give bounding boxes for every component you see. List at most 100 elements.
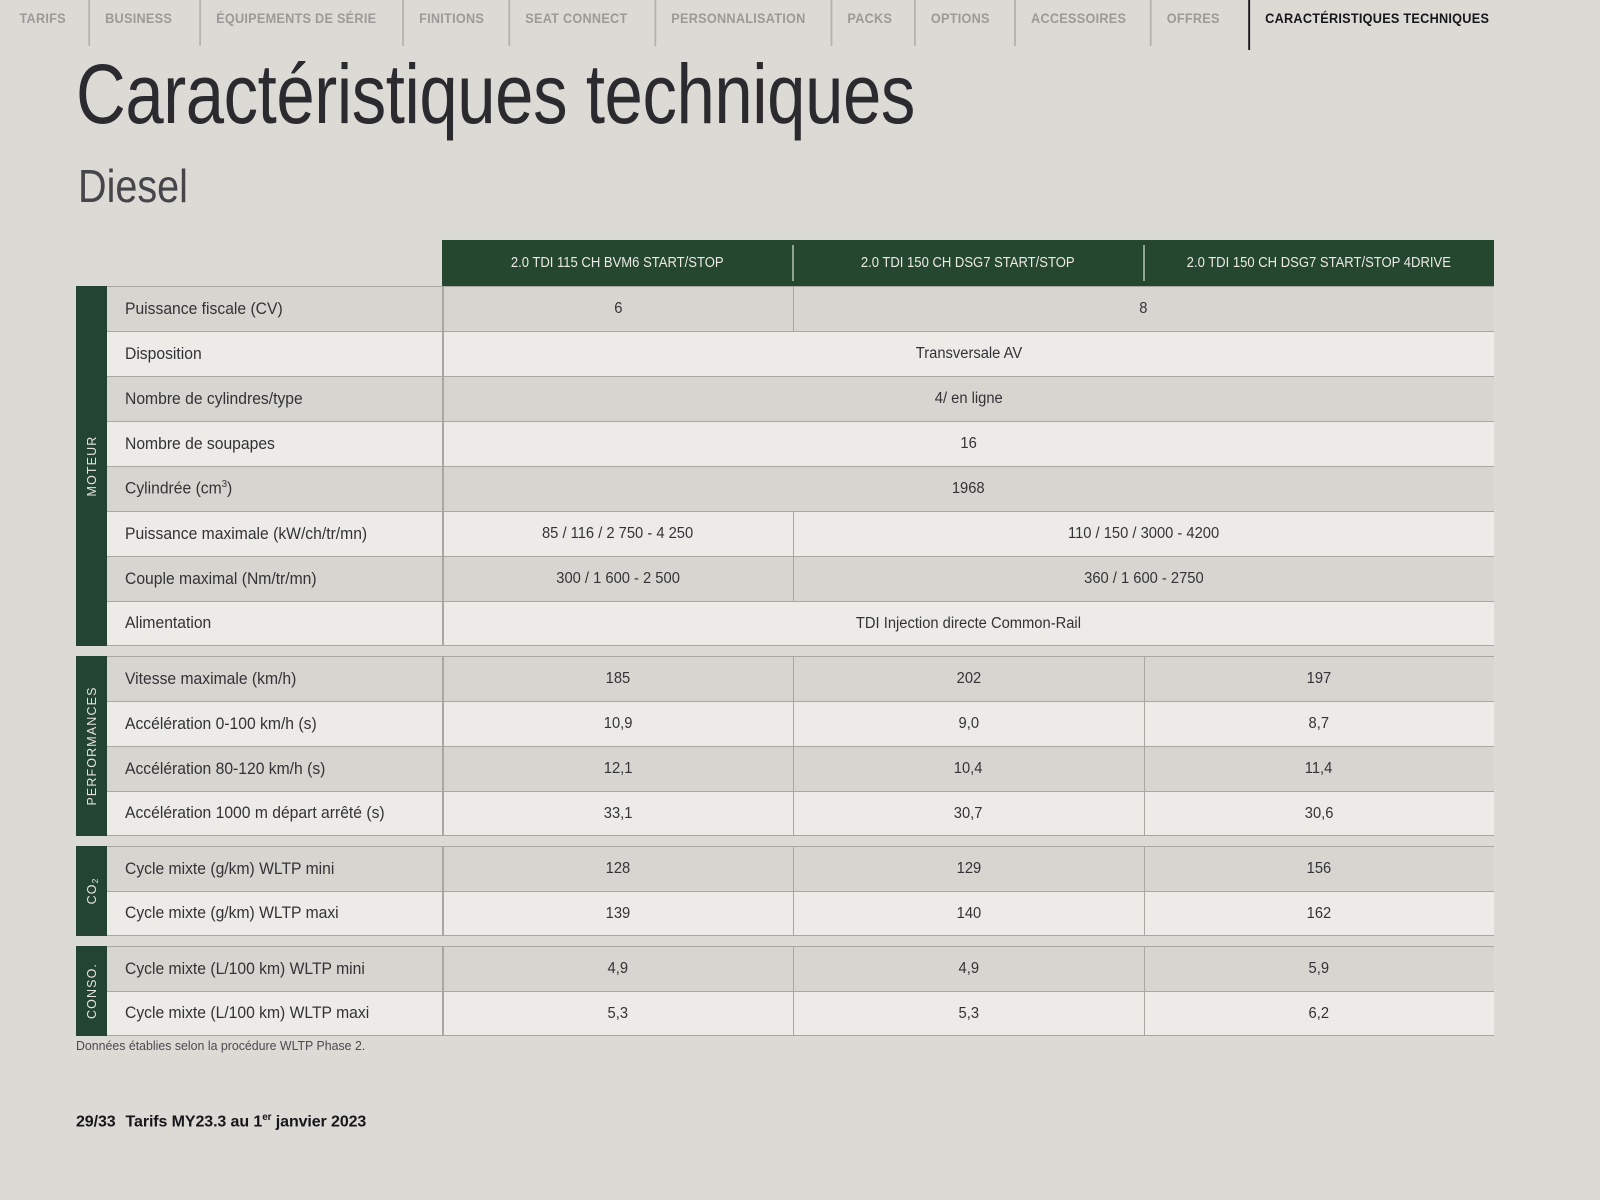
nav-item-packs[interactable]: PACKS — [830, 0, 909, 54]
table-row: Alimentation TDI Injection directe Common… — [107, 601, 1494, 646]
table-row: Cycle mixte (L/100 km) WLTP mini 4,9 4,9 5,… — [107, 946, 1494, 991]
row-label: Puissance fiscale (CV) — [107, 287, 443, 331]
row-label: Cylindrée (cm3) — [107, 467, 443, 511]
row-value-text: 202 — [956, 670, 981, 687]
table-row: Accélération 0-100 km/h (s) 10,9 9,0 8,7 — [107, 701, 1494, 746]
section-label: CONSO. — [76, 946, 107, 1036]
table-row: Cycle mixte (g/km) WLTP mini 128 129 156 — [107, 846, 1494, 891]
nav-item-personnalisation[interactable]: PERSONNALISATION — [654, 0, 822, 54]
row-value-text: 4,9 — [958, 960, 979, 977]
row-value-cell: 139 — [443, 892, 793, 935]
row-value-text: 140 — [956, 904, 981, 922]
table-row: Nombre de soupapes 16 — [107, 421, 1494, 466]
nav-item-business[interactable]: BUSINESS — [88, 0, 190, 54]
nav-item-quipements-de-s-rie[interactable]: ÉQUIPEMENTS DE SÉRIE — [198, 0, 393, 54]
section-label-text: MOTEUR — [84, 435, 99, 497]
row-label-text: Nombre de cylindres/type — [125, 389, 303, 408]
row-label: Nombre de soupapes — [107, 422, 443, 466]
row-value-cell: 360 / 1 600 - 2750 — [793, 557, 1494, 601]
row-label-text: Puissance maximale (kW/ch/tr/mn) — [125, 524, 368, 543]
row-value-text: 156 — [1306, 860, 1332, 877]
table-row: Puissance maximale (kW/ch/tr/mn) 85 / 116… — [107, 511, 1494, 556]
row-label: Puissance maximale (kW/ch/tr/mn) — [107, 512, 443, 556]
row-value-cell: 16 — [443, 422, 1494, 466]
nav-item-finitions[interactable]: FINITIONS — [402, 0, 501, 54]
row-label: Accélération 80-120 km/h (s) — [107, 747, 443, 791]
row-value-text: 1968 — [952, 480, 985, 497]
row-value-cell: 6,2 — [1144, 992, 1494, 1035]
column-header-label: 2.0 TDI 150 CH DSG7 START/STOP — [860, 254, 1075, 271]
row-value-cell: 85 / 116 / 2 750 - 4 250 — [443, 512, 793, 556]
table-row: Puissance fiscale (CV) 6 8 — [107, 286, 1494, 331]
column-header-label: 2.0 TDI 150 CH DSG7 START/STOP 4DRIVE — [1186, 254, 1451, 271]
row-label: Disposition — [107, 332, 443, 376]
row-label: Cycle mixte (g/km) WLTP maxi — [107, 892, 443, 935]
row-value-text: 8 — [1139, 300, 1148, 317]
section-label: PERFORMANCES — [76, 656, 107, 836]
tariff-date-before: Tarifs MY23.3 au 1 — [125, 1113, 263, 1131]
section-label: CO2 — [76, 846, 107, 936]
row-value-cell: 202 — [793, 657, 1144, 701]
row-value-cell: 4,9 — [793, 947, 1144, 991]
table-section-performances: PERFORMANCES Vitesse maximale (km/h) 185 20… — [76, 656, 1494, 836]
nav-item-options[interactable]: OPTIONS — [914, 0, 1007, 54]
row-value-text: 33,1 — [603, 804, 633, 822]
row-label-text: Cycle mixte (L/100 km) WLTP maxi — [125, 1004, 370, 1022]
table-row: Cycle mixte (L/100 km) WLTP maxi 5,3 5,3 6,… — [107, 991, 1494, 1036]
column-header-3: 2.0 TDI 150 CH DSG7 START/STOP 4DRIVE — [1143, 240, 1494, 286]
row-label-text: Cycle mixte (g/km) WLTP mini — [125, 859, 335, 878]
nav-item-tarifs[interactable]: TARIFS — [3, 0, 83, 54]
row-value-cell: 8,7 — [1144, 702, 1494, 746]
row-value-text: 5,9 — [1308, 960, 1330, 977]
row-label: Cycle mixte (g/km) WLTP mini — [107, 847, 443, 891]
row-value-cell: 9,0 — [793, 702, 1144, 746]
table-section-co2: CO2 Cycle mixte (g/km) WLTP mini 128 129 156… — [76, 846, 1494, 936]
row-value-text: 10,4 — [954, 760, 983, 777]
nav-item-accessoires[interactable]: ACCESSOIRES — [1014, 0, 1143, 54]
row-value-cell: 156 — [1144, 847, 1494, 891]
nav-item-offres[interactable]: OFFRES — [1150, 0, 1237, 54]
row-value-cell: 5,9 — [1144, 947, 1494, 991]
row-label-text: Couple maximal (Nm/tr/mn) — [125, 569, 317, 588]
section-rows: Cycle mixte (L/100 km) WLTP mini 4,9 4,9 5,… — [107, 946, 1494, 1036]
table-row: Nombre de cylindres/type 4/ en ligne — [107, 376, 1494, 421]
row-value-cell: 10,4 — [793, 747, 1144, 791]
row-value-cell: 4/ en ligne — [443, 377, 1494, 421]
row-value-cell: 129 — [793, 847, 1144, 891]
row-label: Cycle mixte (L/100 km) WLTP maxi — [107, 992, 443, 1035]
section-rows: Vitesse maximale (km/h) 185 202 197 Accéléra… — [107, 656, 1494, 836]
column-header-1: 2.0 TDI 115 CH BVM6 START/STOP — [442, 240, 792, 286]
row-value-cell: 300 / 1 600 - 2 500 — [443, 557, 793, 601]
nav-item-seat-connect[interactable]: SEAT CONNECT — [508, 0, 645, 54]
row-label: Accélération 1000 m départ arrêté (s) — [107, 792, 443, 835]
table-footnote-text: Données établies selon la procédure WLTP… — [76, 1038, 366, 1053]
table-row: Vitesse maximale (km/h) 185 202 197 — [107, 656, 1494, 701]
row-value-cell: 8 — [793, 287, 1494, 331]
row-label-text: Puissance fiscale (CV) — [125, 299, 283, 318]
table-section-moteur: MOTEUR Puissance fiscale (CV) 6 8 Dispositio… — [76, 286, 1494, 646]
row-value-cell: 110 / 150 / 3000 - 4200 — [793, 512, 1494, 556]
table-row: Cycle mixte (g/km) WLTP maxi 139 140 162 — [107, 891, 1494, 936]
row-value-text: 185 — [605, 670, 631, 687]
row-value-cell: 140 — [793, 892, 1144, 935]
row-value-cell: 10,9 — [443, 702, 793, 746]
column-header-label: 2.0 TDI 115 CH BVM6 START/STOP — [510, 254, 724, 271]
table-row: Cylindrée (cm3) 1968 — [107, 466, 1494, 511]
row-value-cell: 197 — [1144, 657, 1494, 701]
row-label-text: Cycle mixte (L/100 km) WLTP mini — [125, 959, 365, 978]
row-value-text: 30,6 — [1304, 804, 1334, 822]
row-label-text: Alimentation — [125, 614, 212, 632]
table-row: Disposition Transversale AV — [107, 331, 1494, 376]
row-value-text: 128 — [605, 860, 631, 877]
row-value-text: 11,4 — [1305, 760, 1333, 777]
row-value-cell: 4,9 — [443, 947, 793, 991]
row-value-cell: 5,3 — [793, 992, 1144, 1035]
row-label: Accélération 0-100 km/h (s) — [107, 702, 443, 746]
row-value-text: 12,1 — [603, 760, 633, 777]
row-value-cell: 6 — [443, 287, 793, 331]
row-value-cell: 1968 — [443, 467, 1494, 511]
row-value-text: 8,7 — [1308, 715, 1330, 732]
row-label-text: Accélération 1000 m départ arrêté (s) — [125, 804, 385, 822]
row-value-text: 110 / 150 / 3000 - 4200 — [1067, 525, 1220, 542]
nav-item-caract-ristiques-techniques[interactable]: CARACTÉRISTIQUES TECHNIQUES — [1247, 0, 1506, 54]
